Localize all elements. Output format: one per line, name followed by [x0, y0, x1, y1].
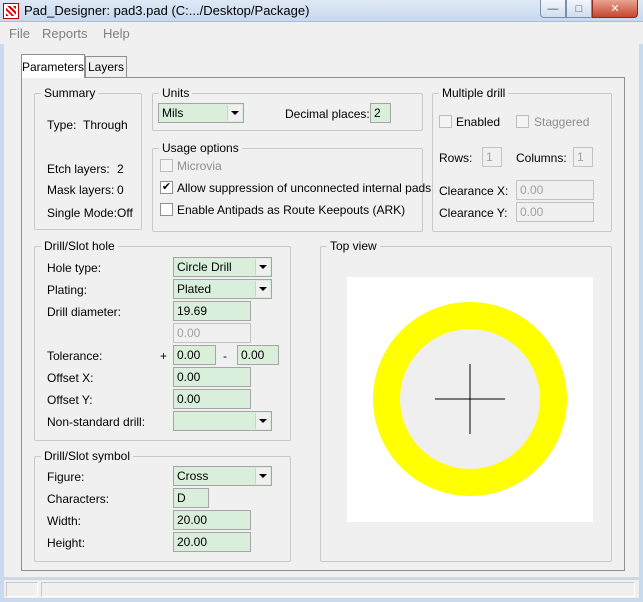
- chevron-down-icon[interactable]: [255, 281, 270, 297]
- microvia-checkbox[interactable]: [160, 159, 173, 172]
- title-bar[interactable]: Pad_Designer: pad3.pad (C:.../Desktop/Pa…: [0, 0, 643, 22]
- offset-y-input[interactable]: 0.00: [173, 389, 251, 409]
- drill-symbol-title: Drill/Slot symbol: [41, 449, 134, 463]
- tolerance-minus-sign: -: [223, 349, 227, 363]
- units-title: Units: [159, 86, 193, 100]
- units-select-value: Mils: [162, 106, 184, 120]
- drill-diameter-label: Drill diameter:: [47, 305, 122, 319]
- plating-value: Plated: [177, 282, 212, 296]
- rows-label: Rows:: [439, 151, 473, 165]
- mask-layers-label: Mask layers:: [47, 183, 115, 197]
- menu-bar: File Reports Help: [0, 22, 643, 44]
- tolerance-label: Tolerance:: [47, 349, 103, 363]
- allow-suppression-checkbox[interactable]: ✔: [160, 181, 173, 194]
- drill-diameter-secondary-input[interactable]: 0.00: [173, 323, 251, 343]
- drill-hole-title: Drill/Slot hole: [41, 239, 118, 253]
- status-bar: [4, 579, 639, 598]
- offset-y-label: Offset Y:: [47, 393, 93, 407]
- offset-x-input[interactable]: 0.00: [173, 367, 251, 387]
- chevron-down-icon[interactable]: [255, 468, 270, 484]
- hole-type-value: Circle Drill: [177, 260, 232, 274]
- multiple-drill-enabled-label: Enabled: [456, 115, 501, 129]
- menu-file[interactable]: File: [9, 26, 30, 41]
- enable-antipads-label: Enable Antipads as Route Keepouts (ARK): [177, 203, 406, 217]
- decimal-places-input[interactable]: 2: [370, 103, 391, 123]
- enable-antipads-checkbox[interactable]: [160, 203, 173, 216]
- width-label: Width:: [47, 514, 82, 528]
- usage-options-title: Usage options: [159, 141, 242, 155]
- mask-layers-value: 0: [117, 183, 124, 197]
- chevron-down-icon[interactable]: [255, 259, 270, 275]
- type-value: Through: [83, 118, 128, 132]
- decimal-places-label: Decimal places:: [285, 107, 370, 121]
- offset-x-label: Offset X:: [47, 371, 94, 385]
- height-label: Height:: [47, 536, 86, 550]
- characters-input[interactable]: D: [173, 488, 209, 508]
- tab-parameters[interactable]: Parameters: [21, 54, 85, 78]
- allow-suppression-label: Allow suppression of unconnected interna…: [177, 181, 432, 195]
- close-button[interactable]: ✕: [592, 0, 638, 18]
- figure-value: Cross: [177, 469, 209, 483]
- multiple-drill-enabled-checkbox[interactable]: [439, 115, 452, 128]
- columns-label: Columns:: [516, 151, 567, 165]
- clearance-x-input[interactable]: 0.00: [516, 180, 594, 200]
- height-input[interactable]: 20.00: [173, 532, 251, 552]
- chevron-down-icon[interactable]: [255, 413, 270, 429]
- etch-layers-label: Etch layers:: [47, 162, 110, 176]
- single-mode-label: Single Mode:: [47, 206, 118, 220]
- chevron-down-icon[interactable]: [227, 105, 242, 121]
- tab-layers[interactable]: Layers: [85, 56, 127, 77]
- app-icon: [3, 3, 19, 19]
- plating-label: Plating:: [47, 283, 88, 297]
- top-view-title: Top view: [327, 239, 380, 253]
- units-select[interactable]: Mils: [158, 103, 244, 123]
- microvia-label: Microvia: [177, 159, 222, 173]
- checkmark-icon: ✔: [161, 181, 172, 193]
- etch-layers-value: 2: [117, 162, 124, 176]
- menu-reports[interactable]: Reports: [42, 26, 88, 41]
- rows-input[interactable]: 1: [482, 147, 502, 167]
- tolerance-plus-input[interactable]: 0.00: [173, 345, 216, 365]
- figure-label: Figure:: [47, 470, 85, 484]
- width-input[interactable]: 20.00: [173, 510, 251, 530]
- top-view-canvas: [347, 277, 593, 522]
- columns-input[interactable]: 1: [573, 147, 593, 167]
- multiple-drill-title: Multiple drill: [439, 86, 509, 100]
- non-standard-drill-select[interactable]: [173, 411, 272, 431]
- tolerance-plus-sign: +: [160, 349, 168, 363]
- status-cell-2: [41, 582, 635, 597]
- clearance-y-input[interactable]: 0.00: [516, 202, 594, 222]
- hole-type-label: Hole type:: [47, 261, 102, 275]
- status-cell-1: [6, 582, 38, 597]
- non-standard-drill-label: Non-standard drill:: [47, 415, 146, 429]
- window-title: Pad_Designer: pad3.pad (C:.../Desktop/Pa…: [24, 3, 310, 18]
- clearance-x-label: Clearance X:: [439, 184, 509, 198]
- minimize-button[interactable]: —: [540, 0, 566, 18]
- type-label: Type:: [47, 118, 77, 132]
- clearance-y-label: Clearance Y:: [439, 206, 508, 220]
- menu-help[interactable]: Help: [103, 26, 130, 41]
- maximize-button[interactable]: □: [566, 0, 592, 18]
- figure-select[interactable]: Cross: [173, 466, 272, 486]
- staggered-label: Staggered: [534, 115, 590, 129]
- staggered-checkbox[interactable]: [516, 115, 529, 128]
- single-mode-value: Off: [117, 206, 133, 220]
- drill-diameter-input[interactable]: 19.69: [173, 301, 251, 321]
- tolerance-minus-input[interactable]: 0.00: [237, 345, 279, 365]
- summary-title: Summary: [41, 86, 99, 100]
- characters-label: Characters:: [47, 492, 110, 506]
- plating-select[interactable]: Plated: [173, 279, 272, 299]
- hole-type-select[interactable]: Circle Drill: [173, 257, 272, 277]
